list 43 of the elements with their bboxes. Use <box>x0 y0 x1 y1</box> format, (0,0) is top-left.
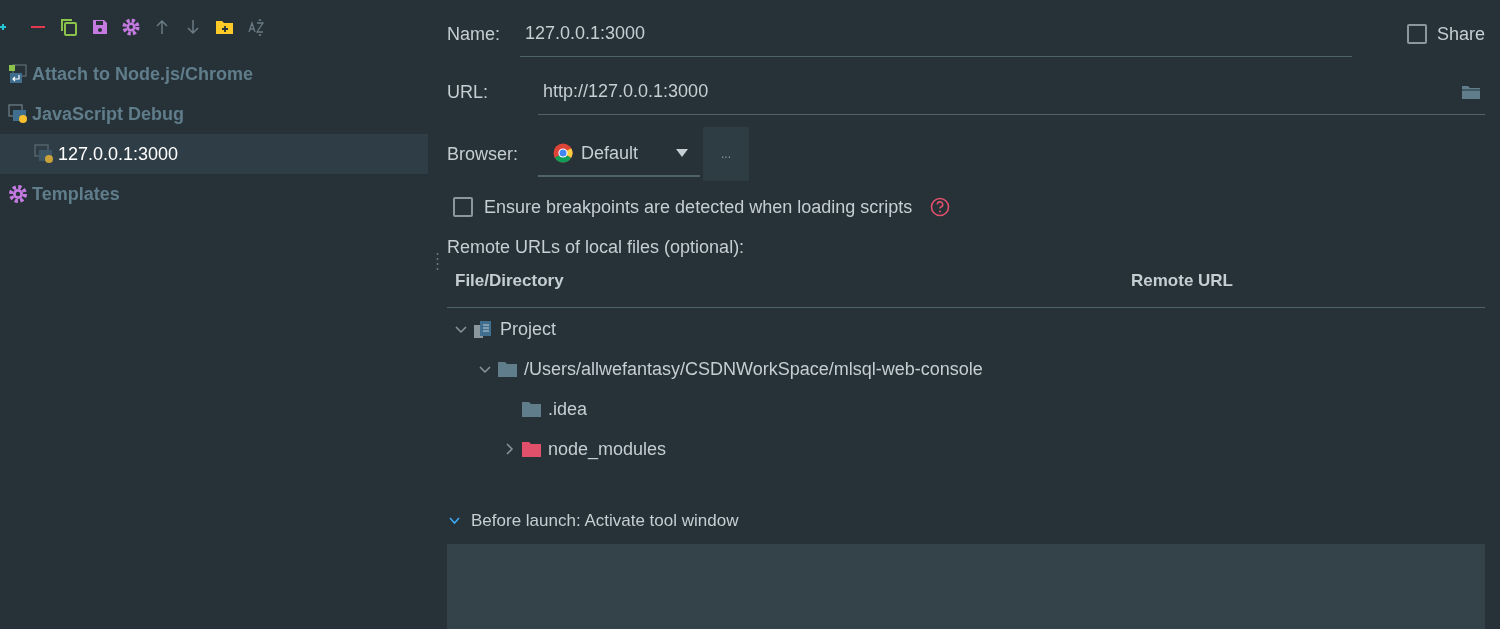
column-header: Remote URL <box>1131 269 1233 292</box>
chevron-down-icon[interactable] <box>479 363 491 375</box>
debug-window-icon <box>8 104 28 124</box>
browser-dropdown[interactable]: Default <box>538 131 700 177</box>
ensure-breakpoints-checkbox[interactable]: Ensure breakpoints are detected when loading scripts <box>453 193 913 221</box>
js-attach-icon <box>8 64 28 84</box>
chevron-right-icon[interactable] <box>503 443 515 455</box>
save-icon[interactable] <box>91 18 109 36</box>
tree-row[interactable]: Project <box>447 309 1485 349</box>
dropdown-caret-icon <box>676 149 688 157</box>
column-header: File/Directory <box>454 269 565 292</box>
chevron-down-icon[interactable] <box>449 517 460 525</box>
down-arrow-icon[interactable] <box>184 18 202 36</box>
debug-window-icon <box>34 144 54 164</box>
project-icon <box>473 319 494 339</box>
help-icon[interactable] <box>930 197 951 217</box>
folder-icon[interactable] <box>1461 83 1481 100</box>
section-title: Before launch: Activate tool window <box>471 510 739 533</box>
field-label: Browser: <box>447 142 519 166</box>
field-label: URL: <box>447 80 489 104</box>
more-button[interactable]: ... <box>703 127 749 181</box>
copy-icon[interactable] <box>60 18 78 36</box>
remote-urls-label: Remote URLs of local files (optional): <box>447 235 746 259</box>
settings-icon[interactable] <box>122 18 140 36</box>
share-checkbox[interactable]: Share <box>1406 20 1485 48</box>
checkbox[interactable] <box>1406 24 1427 44</box>
folder-icon <box>521 439 542 459</box>
field-label: Name: <box>447 22 501 46</box>
splitter-handle-icon[interactable] <box>436 252 439 270</box>
settings-icon <box>8 184 28 204</box>
url-field[interactable]: http://127.0.0.1:3000 <box>538 69 1485 115</box>
folder-icon <box>497 359 518 379</box>
folder-icon <box>521 399 542 419</box>
tree-row[interactable]: node_modules <box>447 429 1485 469</box>
folder-plus-icon[interactable] <box>215 18 234 36</box>
tree-row[interactable]: /Users/allwefantasy/CSDNWorkSpace/mlsql-web-console <box>447 349 1485 389</box>
sort-icon[interactable] <box>247 18 265 36</box>
browser-icon <box>553 143 573 163</box>
sidebar-item[interactable]: 127.0.0.1:3000 <box>0 134 428 174</box>
tree-row[interactable]: .idea <box>447 389 1485 429</box>
chevron-down-icon[interactable] <box>455 323 467 335</box>
checkbox[interactable] <box>453 197 473 217</box>
name-field[interactable]: 127.0.0.1:3000 <box>520 11 1352 57</box>
